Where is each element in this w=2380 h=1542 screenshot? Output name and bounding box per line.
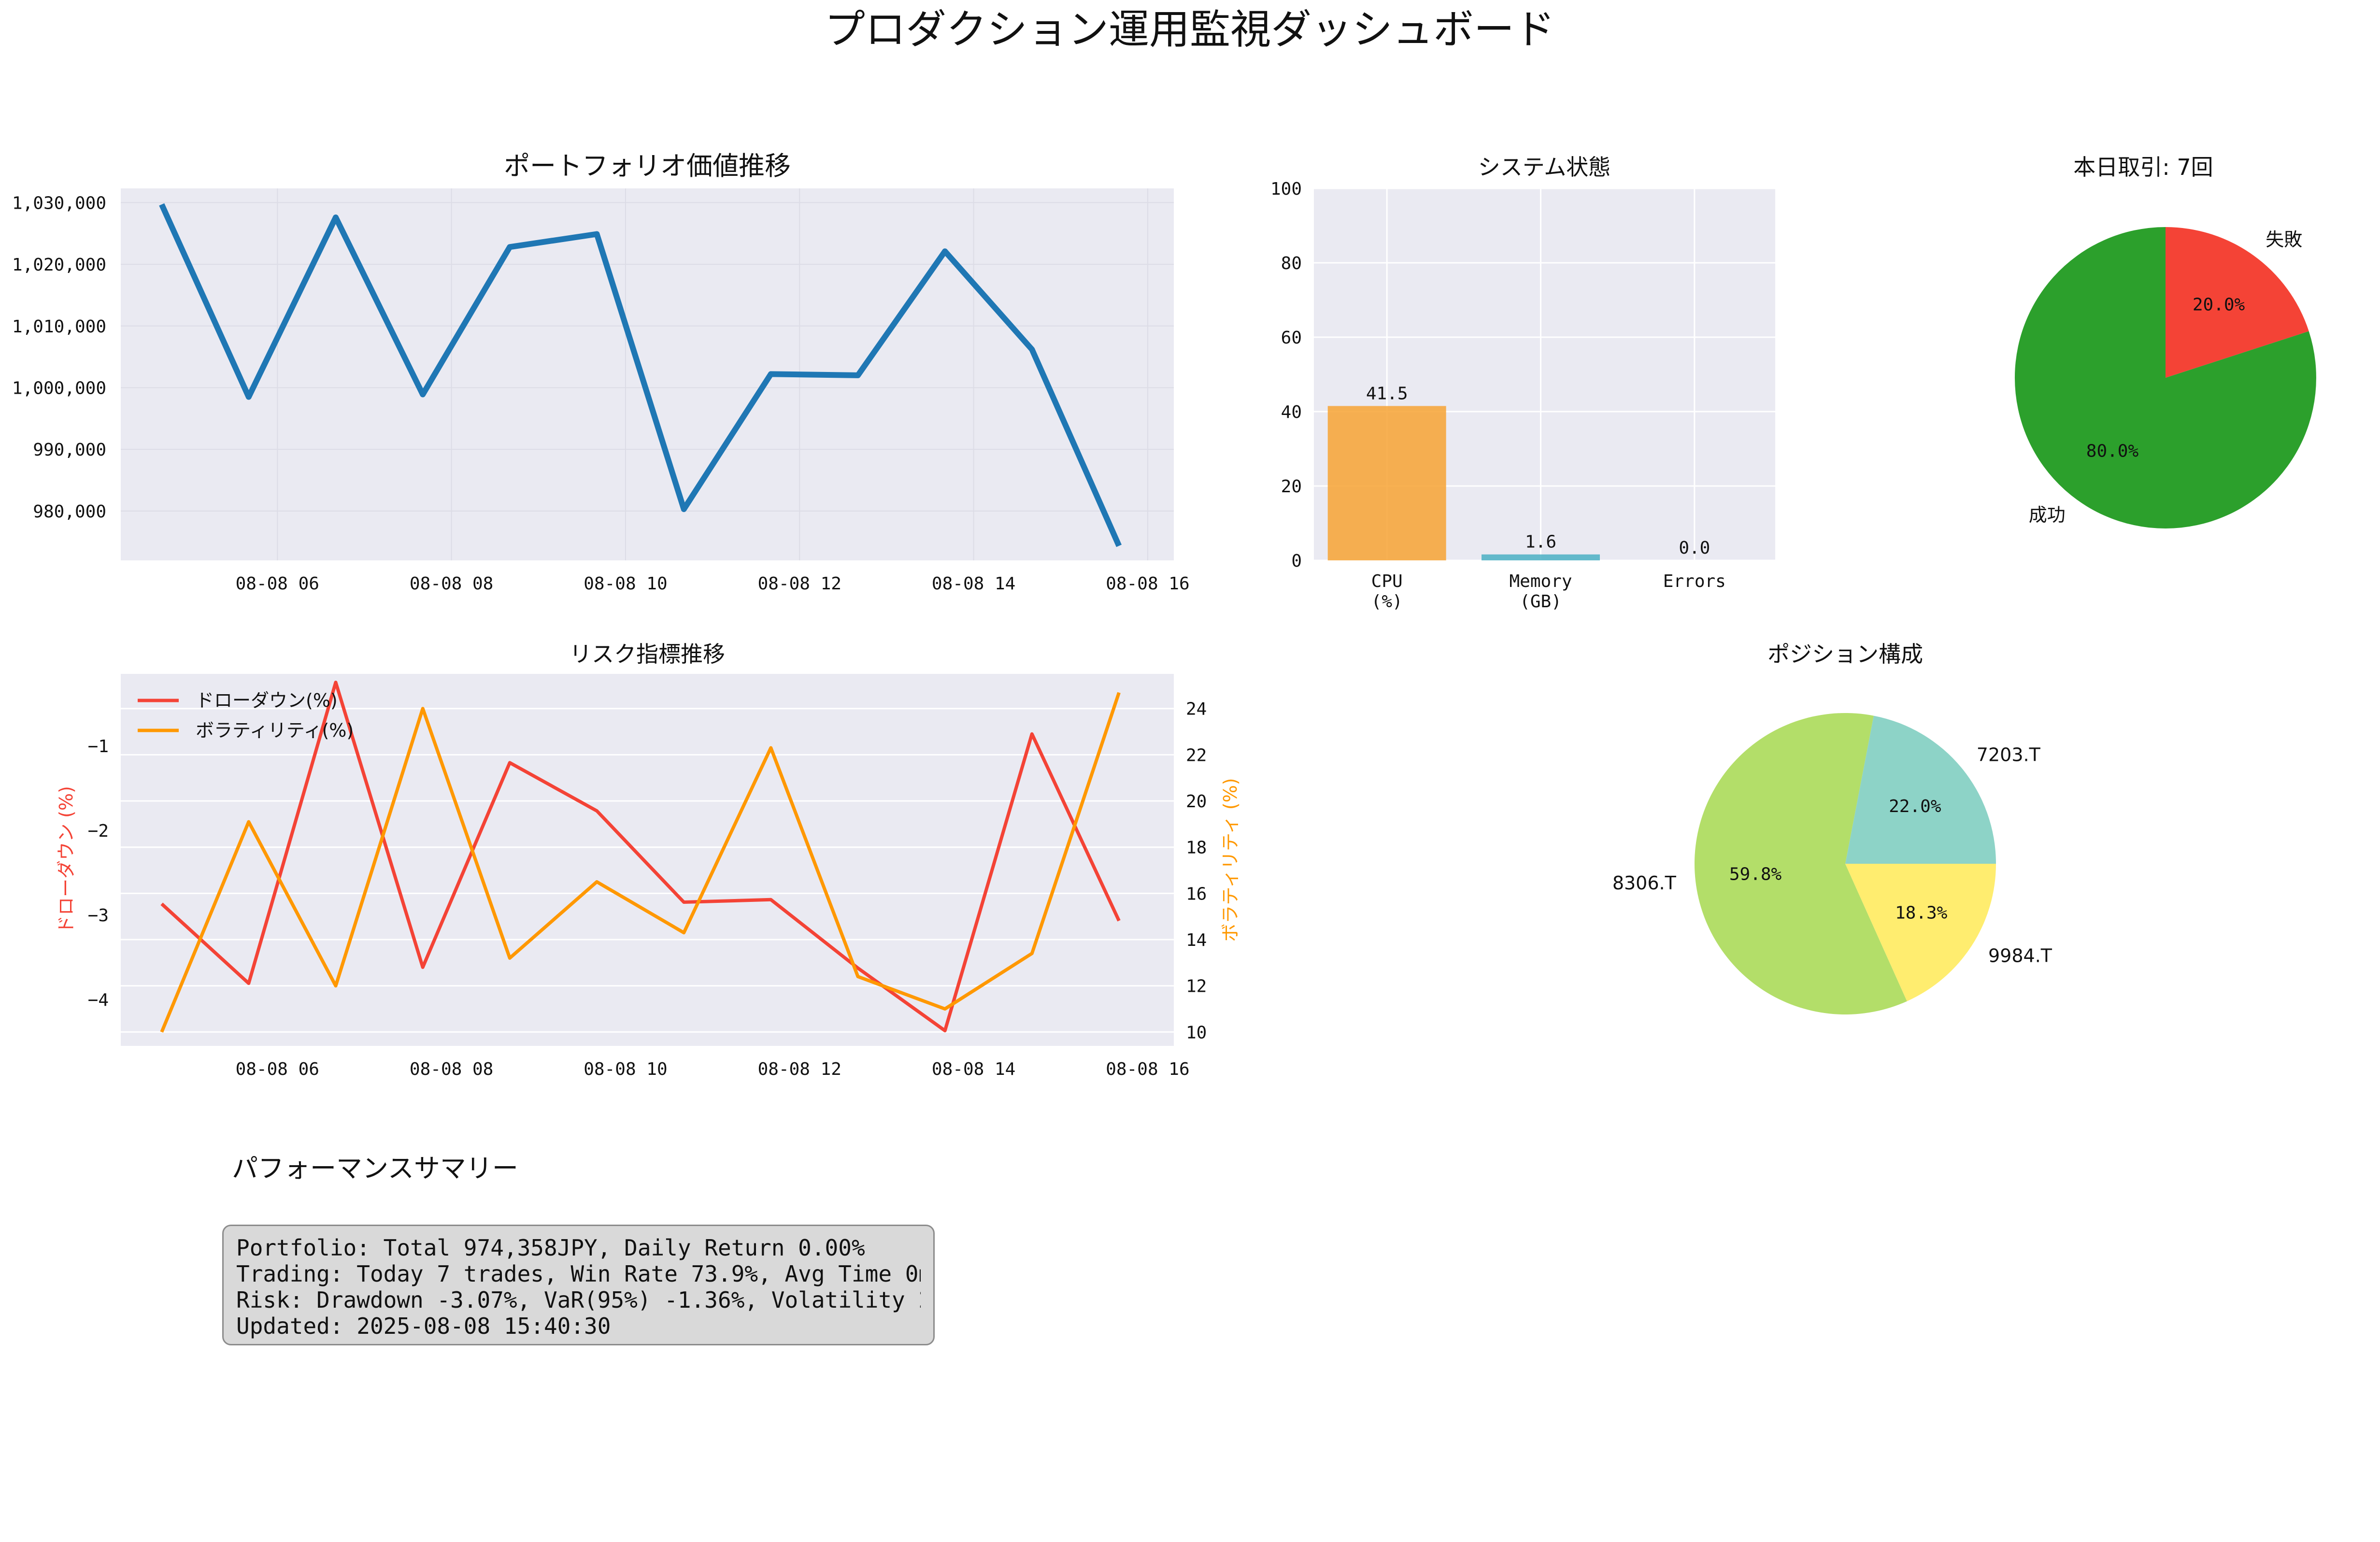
plot-background [121,188,1174,560]
y-axis-label-left: ドローダウン (%) [56,786,77,934]
x-tick-label-line: (%) [1371,592,1403,612]
y-tick-label: 40 [1281,402,1302,422]
y-tick-label: 0 [1291,551,1302,571]
y-tick-label: 990,000 [33,440,106,460]
pie-percent-label: 18.3% [1895,903,1948,923]
chart-title: 本日取引: 7回 [2073,154,2213,180]
system-status-chart: システム状態 0 20 40 60 80 100 41.5 CPU (%) 1.6 Memory (G… [1270,154,1775,612]
pie-category-label: 7203.T [1977,744,2041,765]
bar-cpu [1327,406,1446,560]
x-tick-label: 08-08 12 [758,1059,841,1079]
trades-pie-chart: 本日取引: 7回 20.0% 失敗 80.0% 成功 [2014,154,2316,528]
y-tick-label-right: 20 [1186,792,1207,812]
summary-line-trading: Trading: Today 7 trades, Win Rate 73.9%,… [236,1261,921,1287]
performance-summary-box: Portfolio: Total 974,358JPY, Daily Retur… [222,1225,935,1345]
x-tick-label: Memory (GB) [1509,571,1572,612]
chart-title: リスク指標推移 [570,641,725,667]
y-tick-label: 1,020,000 [12,255,106,275]
x-tick-label: 08-08 08 [410,574,493,594]
summary-title: パフォーマンスサマリー [232,1153,518,1184]
x-tick-label: 08-08 14 [932,574,1015,594]
pie-percent-label: 80.0% [2086,441,2139,461]
pie-category-label: 失敗 [2266,229,2302,250]
x-tick-label-line: Errors [1663,571,1726,591]
x-tick-label: Errors [1663,571,1726,591]
pie-category-label: 成功 [2029,504,2066,526]
y-tick-label-right: 10 [1186,1023,1207,1042]
y-tick-label-left: −3 [88,906,109,926]
dashboard-title: プロダクション運用監視ダッシュボード [825,6,1555,53]
y-tick-label: 1,030,000 [12,193,106,213]
legend-label: ドローダウン(%) [196,690,338,711]
summary-line-portfolio: Portfolio: Total 974,358JPY, Daily Retur… [236,1235,865,1261]
y-tick-label-left: −1 [88,737,109,757]
x-tick-label: 08-08 12 [758,574,841,594]
x-tick-label-line: CPU [1371,571,1403,591]
chart-title: ポジション構成 [1767,641,1923,667]
x-tick-label: CPU (%) [1371,571,1403,612]
pie-category-label: 9984.T [1988,945,2052,967]
x-tick-label: 08-08 16 [1106,1059,1189,1079]
y-tick-label-left: −4 [88,990,109,1010]
bar-memory [1482,554,1600,560]
y-tick-label: 80 [1281,254,1302,273]
legend-label: ボラティリティ(%) [196,720,354,741]
y-tick-label-right: 22 [1186,745,1207,765]
y-tick-label-right: 12 [1186,977,1207,997]
portfolio-value-chart: ポートフォリオ価値推移 980,000 990,000 1,000,000 1,010… [12,151,1190,594]
bar-value-label: 41.5 [1366,384,1408,403]
pie-category-label: 8306.T [1612,872,1677,894]
y-tick-label: 980,000 [33,502,106,522]
risk-metrics-chart: リスク指標推移 ドローダウン (%) ボラティリティ (%) 10 12 14 16 1… [56,641,1241,1079]
y-tick-label: 60 [1281,328,1302,348]
y-tick-label-right: 24 [1186,700,1207,719]
positions-pie-chart: ポジション構成 22.0% 7203.T 59.8% 8306.T 18.3% 9984.… [1612,641,2052,1014]
y-tick-label: 20 [1281,477,1302,497]
y-tick-label-left: −2 [88,821,109,841]
y-tick-label-right: 16 [1186,884,1207,904]
x-tick-label: 08-08 10 [584,1059,667,1079]
chart-title: システム状態 [1478,154,1611,180]
y-tick-label: 1,010,000 [12,317,106,337]
x-tick-label: 08-08 08 [410,1059,493,1079]
pie-percent-label: 20.0% [2193,295,2245,315]
x-tick-label: 08-08 06 [236,1059,319,1079]
bar-value-label: 1.6 [1525,532,1556,552]
y-tick-label: 100 [1270,179,1302,199]
summary-line-updated: Updated: 2025-08-08 15:40:30 [236,1313,611,1339]
x-tick-label: 08-08 16 [1106,574,1189,594]
x-tick-label: 08-08 14 [932,1059,1015,1079]
bar-value-label: 0.0 [1679,538,1710,558]
summary-line-risk: Risk: Drawdown -3.07%, VaR(95%) -1.36%, … [236,1287,921,1313]
pie-percent-label: 22.0% [1889,797,1941,816]
y-tick-label-right: 14 [1186,930,1207,950]
y-tick-label-right: 18 [1186,838,1207,858]
x-tick-label: 08-08 06 [236,574,319,594]
chart-title: ポートフォリオ価値推移 [504,151,791,181]
pie-percent-label: 59.8% [1729,865,1782,885]
y-axis-label-right: ボラティリティ (%) [1220,778,1241,942]
x-tick-label-line: Memory [1509,571,1572,591]
x-tick-label: 08-08 10 [584,574,667,594]
y-tick-label: 1,000,000 [12,378,106,398]
x-tick-label-line: (GB) [1520,592,1562,612]
